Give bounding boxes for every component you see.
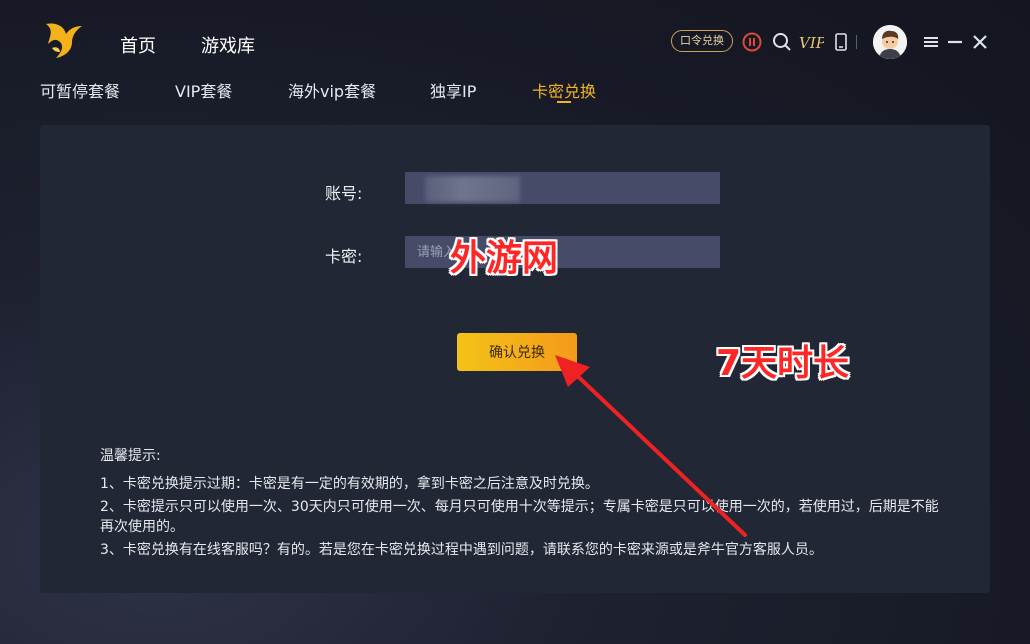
vip-icon[interactable]: VIP xyxy=(798,31,824,53)
mobile-icon[interactable] xyxy=(830,31,852,53)
tip-item-2: 2、卡密提示只可以使用一次、30天内只可使用一次、每月只可使用十次等提示；专属卡… xyxy=(100,499,939,535)
nav-game-library[interactable]: 游戏库 xyxy=(201,32,255,58)
header-divider xyxy=(856,35,857,49)
redeem-code-button[interactable]: 口令兑换 xyxy=(671,30,733,52)
tab-overseas-vip-package[interactable]: 海外vip套餐 xyxy=(288,78,376,102)
tip-item-1: 1、卡密兑换提示过期：卡密是有一定的有效期的，拿到卡密之后注意及时兑换。 xyxy=(100,476,599,492)
pause-icon[interactable] xyxy=(741,31,763,53)
tip-item-3: 3、卡密兑换有在线客服吗？有的。若是您在卡密兑换过程中遇到问题，请联系您的卡密来… xyxy=(100,542,823,558)
logo-icon xyxy=(46,23,82,58)
avatar[interactable] xyxy=(873,25,907,59)
minimize-icon[interactable] xyxy=(944,31,966,53)
watermark-text: 外游网 xyxy=(450,238,559,279)
tab-pausable-package[interactable]: 可暂停套餐 xyxy=(40,78,120,102)
tab-card-redeem[interactable]: 卡密兑换 xyxy=(532,78,596,102)
close-icon[interactable] xyxy=(969,31,991,53)
tips-title: 温馨提示: xyxy=(100,448,161,464)
active-tab-indicator xyxy=(557,101,571,103)
package-tabs: 可暂停套餐 VIP套餐 海外vip套餐 独享IP 卡密兑换 xyxy=(0,78,1030,108)
menu-icon[interactable] xyxy=(920,31,942,53)
account-label: 账号: xyxy=(325,184,363,203)
svg-text:VIP: VIP xyxy=(799,34,824,52)
nav-home[interactable]: 首页 xyxy=(120,32,156,58)
card-key-label: 卡密: xyxy=(325,247,363,266)
account-blur-mask xyxy=(425,176,520,202)
title-bar: 首页 游戏库 口令兑换 VIP xyxy=(0,0,1030,70)
user-avatar-icon xyxy=(873,25,907,59)
tab-dedicated-ip[interactable]: 独享IP xyxy=(430,78,476,102)
search-icon[interactable] xyxy=(771,31,793,53)
red-arrow-icon xyxy=(555,355,747,537)
tab-vip-package[interactable]: VIP套餐 xyxy=(175,78,232,102)
